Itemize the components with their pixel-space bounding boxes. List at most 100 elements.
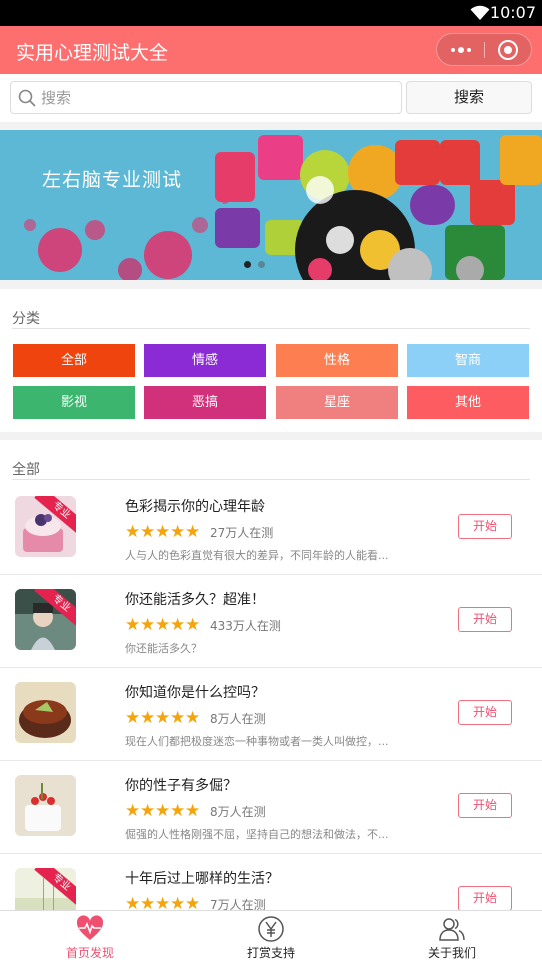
list-item[interactable]: 你的性子有多倔？ ★★★★★ 8万人在测 倔强的人性格刚强不屈，坚持自己的想法和… [0,761,542,854]
bottom-tab-bar: 首页发现 打赏支持 关于我们 [0,910,542,964]
search-button[interactable]: 搜索 [406,81,532,114]
star-icon: ★ [155,894,171,910]
participant-count: 8万人在测 [210,712,266,726]
test-name: 你还能活多久？超准！ [125,592,265,608]
start-button[interactable]: 开始 [458,886,512,910]
wifi-icon [470,5,490,20]
test-name: 你的性子有多倔？ [125,778,237,794]
participant-count: 27万人在测 [210,526,274,540]
test-name: 色彩揭示你的心理年龄 [125,499,265,515]
banner-image [0,130,542,280]
category-all[interactable]: 全部 [13,344,135,377]
star-rating: ★★★★★ [125,708,201,728]
start-button[interactable]: 开始 [458,700,512,725]
category-personality[interactable]: 性格 [276,344,398,377]
tab-label: 关于我们 [427,946,476,960]
star-icon: ★ [155,801,171,821]
start-button[interactable]: 开始 [458,607,512,632]
status-time: 10:07 [489,3,536,22]
star-icon: ★ [125,801,141,821]
list-item[interactable]: 专业 色彩揭示你的心理年龄 ★★★★★ 27万人在测 人与人的色彩直觉有很大的差… [0,482,542,575]
star-icon: ★ [155,522,171,542]
participant-count: 8万人在测 [210,805,266,819]
test-description: 现在人们都把极度迷恋一种事物或者一类人叫做控，... [125,735,389,748]
page-title: 实用心理测试大全 [16,42,169,64]
star-icon: ★ [185,801,201,821]
star-icon: ★ [170,522,186,542]
test-name: 十年后过上哪样的生活？ [125,871,279,887]
test-description: 倔强的人性格刚强不屈，坚持自己的想法和做法，不... [125,828,389,841]
category-iq[interactable]: 智商 [407,344,529,377]
star-icon: ★ [185,894,201,910]
star-icon: ★ [140,708,156,728]
category-zodiac[interactable]: 星座 [276,386,398,419]
banner-text: 左右脑专业测试 [42,169,183,191]
tab-home[interactable]: 首页发现 [0,911,180,964]
star-icon: ★ [185,615,201,635]
test-thumbnail: 专业 [15,868,76,910]
yen-icon [258,916,284,942]
star-icon: ★ [125,708,141,728]
heartbeat-icon [76,915,104,940]
star-icon: ★ [185,522,201,542]
participant-count: 433万人在测 [210,619,281,633]
star-icon: ★ [170,615,186,635]
more-dots-icon[interactable] [437,34,484,65]
divider [12,479,530,480]
star-icon: ★ [155,708,171,728]
star-icon: ★ [140,801,156,821]
close-circle-icon[interactable] [498,40,518,60]
category-spoof[interactable]: 恶搞 [144,386,266,419]
tab-support[interactable]: 打赏支持 [181,911,361,964]
list-item[interactable]: 你知道你是什么控吗？ ★★★★★ 8万人在测 现在人们都把极度迷恋一种事物或者一… [0,668,542,761]
carousel-dot-active [244,261,251,268]
tab-about[interactable]: 关于我们 [362,911,542,964]
star-icon: ★ [125,615,141,635]
list-title: 全部 [12,462,40,478]
start-button[interactable]: 开始 [458,514,512,539]
tab-label: 首页发现 [65,946,114,960]
star-rating: ★★★★★ [125,801,201,821]
start-button[interactable]: 开始 [458,793,512,818]
category-film[interactable]: 影视 [13,386,135,419]
capsule-divider [484,42,485,58]
test-list-section: 全部 专业 色彩揭示你的心理年龄 ★★★★★ 27万人在测 人与人的色彩直觉有很… [0,440,542,910]
search-box[interactable] [10,81,402,114]
star-icon: ★ [125,894,141,910]
star-rating: ★★★★★ [125,615,201,635]
star-icon: ★ [155,615,171,635]
status-bar: 10:07 [0,0,542,26]
star-rating: ★★★★★ [125,894,200,910]
search-icon [18,89,36,107]
test-thumbnail: 专业 [15,496,76,557]
carousel-dot [258,261,265,268]
star-icon: ★ [170,708,186,728]
test-thumbnail [15,682,76,743]
tab-label: 打赏支持 [246,946,295,960]
star-icon: ★ [185,708,201,728]
category-section: 分类 全部 情感 性格 智商 影视 恶搞 星座 其他 [0,289,542,432]
search-bar: 搜索 [0,74,542,122]
list-item[interactable]: 专业 十年后过上哪样的生活？ ★★★★★ 7万人在测 开始 [0,854,542,910]
star-icon: ★ [140,615,156,635]
nav-bar: 实用心理测试大全 [0,26,542,74]
test-description: 你还能活多久？ [125,642,202,655]
category-title: 分类 [12,311,40,327]
users-icon [439,918,465,941]
star-icon: ★ [170,894,186,910]
test-description: 人与人的色彩直觉有很大的差异，不同年龄的人能看... [125,549,389,562]
divider [12,328,530,329]
star-icon: ★ [170,801,186,821]
mini-program-capsule [436,33,532,66]
star-rating: ★★★★★ [125,522,201,542]
category-other[interactable]: 其他 [407,386,529,419]
search-input[interactable] [41,86,391,110]
category-emotion[interactable]: 情感 [144,344,266,377]
banner-carousel[interactable]: 左右脑专业测试 [0,130,542,280]
participant-count: 7万人在测 [210,898,266,910]
list-item[interactable]: 专业 你还能活多久？超准！ ★★★★★ 433万人在测 你还能活多久？ 开始 [0,575,542,668]
star-icon: ★ [125,522,141,542]
test-thumbnail [15,775,76,836]
star-icon: ★ [140,894,156,910]
test-name: 你知道你是什么控吗？ [125,685,265,701]
